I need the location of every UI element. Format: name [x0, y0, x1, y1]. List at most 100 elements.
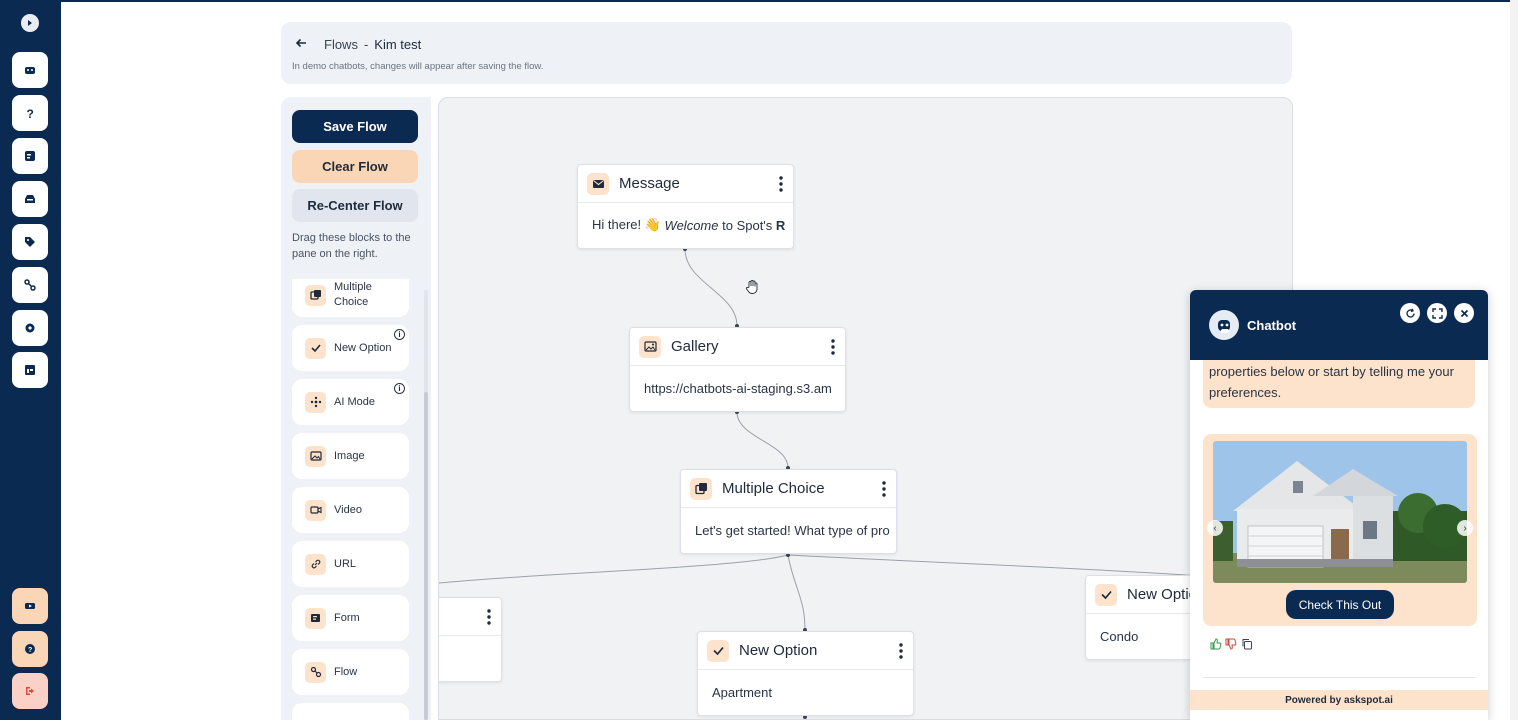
- chatbot-widget: properties below or start by telling me …: [1190, 290, 1488, 720]
- svg-text:?: ?: [27, 107, 34, 120]
- thumbs-down-icon[interactable]: [1225, 638, 1237, 650]
- refresh-icon: [1405, 308, 1415, 318]
- block-label: Video: [334, 503, 362, 516]
- save-flow-button[interactable]: Save Flow: [292, 110, 418, 143]
- thumbs-up-icon[interactable]: [1210, 638, 1222, 650]
- carousel-prev-icon[interactable]: ‹: [1207, 520, 1223, 536]
- block-url[interactable]: URL: [292, 541, 409, 587]
- message-text-bold: R: [775, 217, 786, 233]
- node-title: Gallery: [671, 338, 719, 355]
- kebab-menu-icon[interactable]: [831, 339, 835, 355]
- cards-icon: [305, 284, 326, 306]
- fullscreen-button[interactable]: [1427, 303, 1447, 323]
- kebab-menu-icon[interactable]: [882, 481, 886, 497]
- page-scrollbar[interactable]: [1510, 0, 1518, 720]
- blocks-panel: Save Flow Clear Flow Re-Center Flow Drag…: [281, 97, 431, 720]
- rail-tutorial-button[interactable]: [12, 588, 48, 624]
- close-chat-button[interactable]: [1454, 303, 1474, 323]
- chatbot-header: Chatbot: [1190, 290, 1488, 360]
- kebab-menu-icon[interactable]: [779, 176, 783, 192]
- rail-help-button[interactable]: ?: [12, 95, 48, 131]
- block-multiple-choice[interactable]: Multiple Choice: [292, 279, 409, 317]
- clear-flow-button[interactable]: Clear Flow: [292, 150, 418, 183]
- drag-hint: Drag these blocks to the pane on the rig…: [292, 232, 411, 260]
- form-icon: [25, 151, 35, 161]
- property-card: ‹ › Check This Out: [1203, 434, 1477, 626]
- expand-rail-icon[interactable]: [21, 14, 39, 32]
- image-icon: [305, 445, 326, 467]
- block-partial[interactable]: [292, 703, 409, 720]
- powered-by[interactable]: Powered by askspot.ai: [1190, 690, 1488, 710]
- bot-message: properties below or start by telling me …: [1203, 352, 1475, 408]
- block-label: Multiple Choice: [334, 281, 372, 308]
- check-this-out-button[interactable]: Check This Out: [1286, 590, 1394, 619]
- block-ai-mode[interactable]: AI Mode i: [292, 379, 409, 425]
- carousel-next-icon[interactable]: ›: [1457, 520, 1473, 536]
- block-image[interactable]: Image: [292, 433, 409, 479]
- node-multiple-choice[interactable]: Multiple Choice Let's get started! What …: [680, 469, 897, 554]
- sparkle-icon: [305, 391, 326, 413]
- block-label: Flow: [334, 665, 358, 678]
- node-title: Message: [619, 175, 680, 192]
- node-title: New Option: [739, 642, 818, 659]
- node-text: Hi there! 👋 Welcome to Spot's R: [578, 203, 793, 247]
- rail-chatbots-button[interactable]: [12, 52, 48, 88]
- inbox-icon: [25, 195, 35, 203]
- flow-canvas[interactable]: Message Hi there! 👋 Welcome to Spot's R …: [438, 97, 1293, 720]
- breadcrumb-flows-link[interactable]: Flows: [324, 37, 358, 52]
- chatbot-title: Chatbot: [1247, 318, 1297, 333]
- block-label: URL: [334, 557, 357, 570]
- nav-rail: ? ?: [0, 0, 61, 720]
- block-form[interactable]: Form: [292, 595, 409, 641]
- gallery-icon: [639, 335, 661, 358]
- message-text-start: Hi there! 👋: [592, 217, 665, 232]
- rail-layout-button[interactable]: [12, 352, 48, 388]
- block-flow[interactable]: Flow: [292, 649, 409, 695]
- dog-avatar-icon: [1218, 320, 1230, 333]
- kebab-menu-icon[interactable]: [899, 643, 903, 659]
- rail-inbox-button[interactable]: [12, 181, 48, 217]
- video-icon: [25, 603, 35, 609]
- logout-icon: [26, 687, 34, 695]
- copy-icon[interactable]: [1241, 638, 1253, 650]
- block-new-option[interactable]: New Option i: [292, 325, 409, 371]
- link-icon: [305, 553, 326, 575]
- recenter-flow-button[interactable]: Re-Center Flow: [292, 189, 418, 222]
- cards-icon: [690, 477, 712, 500]
- message-text-middle: to Spot's: [718, 217, 776, 233]
- message-text-emphasis: Welcome: [664, 217, 719, 233]
- block-video[interactable]: Video: [292, 487, 409, 533]
- breadcrumb: Flows - Kim test: [324, 37, 421, 52]
- info-icon[interactable]: i: [394, 383, 405, 394]
- node-text: Apartment: [712, 684, 772, 700]
- panel-scrollbar-thumb[interactable]: [424, 392, 428, 720]
- flow-icon: [305, 661, 326, 683]
- envelope-icon: [587, 172, 609, 195]
- bot-avatar: [1209, 310, 1239, 340]
- node-option-left[interactable]: [439, 597, 502, 682]
- robot-icon: [25, 67, 35, 74]
- rail-support-button[interactable]: ?: [12, 631, 48, 667]
- node-title: Multiple Choice: [722, 480, 825, 497]
- kebab-menu-icon[interactable]: [487, 609, 491, 625]
- tag-icon: [25, 237, 35, 247]
- app-root: ? ? Flows - Kim test In demo chatbots, c…: [0, 0, 1518, 720]
- breadcrumb-separator: -: [363, 37, 369, 52]
- form-icon: [305, 607, 326, 629]
- rail-logout-button[interactable]: [12, 673, 48, 709]
- rail-forms-button[interactable]: [12, 138, 48, 174]
- node-message[interactable]: Message Hi there! 👋 Welcome to Spot's R: [577, 164, 794, 249]
- breadcrumb-current: Kim test: [374, 37, 422, 52]
- check-icon: [707, 639, 729, 662]
- property-photo: [1213, 441, 1467, 583]
- back-arrow-icon[interactable]: [294, 36, 308, 50]
- info-icon[interactable]: i: [394, 329, 405, 340]
- rail-settings-button[interactable]: [12, 310, 48, 346]
- refresh-button[interactable]: [1400, 303, 1420, 323]
- rail-tags-button[interactable]: [12, 224, 48, 260]
- node-gallery[interactable]: Gallery https://chatbots-ai-staging.s3.a…: [629, 327, 846, 412]
- rail-flows-button[interactable]: [12, 267, 48, 303]
- top-border: [0, 0, 1518, 2]
- node-new-option-apartment[interactable]: New Option Apartment: [697, 631, 914, 716]
- gear-icon: [25, 323, 35, 333]
